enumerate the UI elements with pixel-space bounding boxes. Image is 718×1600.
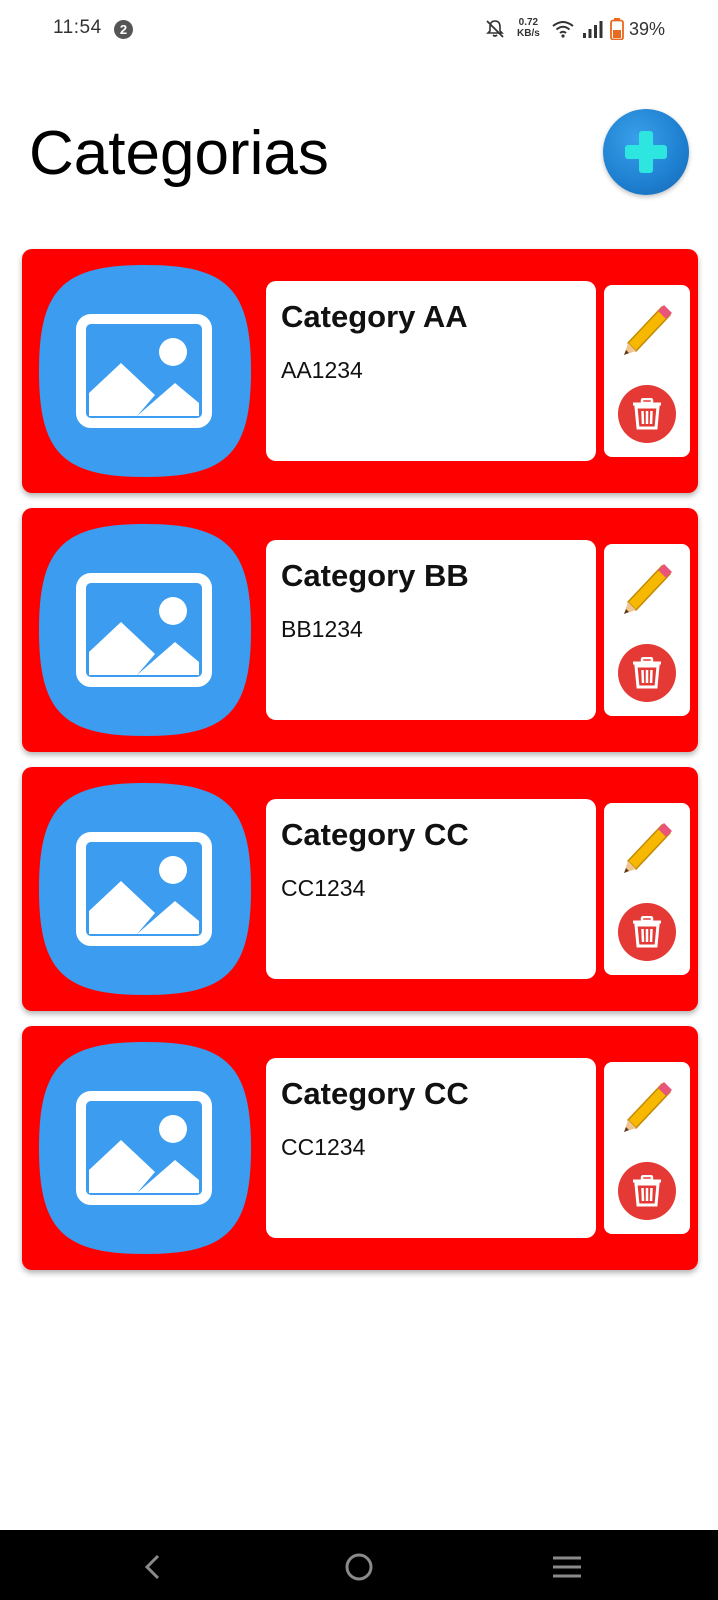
category-code: BB1234 bbox=[281, 616, 363, 642]
edit-button[interactable] bbox=[614, 295, 680, 361]
status-time: 11:54 bbox=[53, 17, 102, 38]
pencil-icon bbox=[614, 564, 680, 624]
category-name: Category BB bbox=[281, 558, 469, 593]
category-list: Category AA AA1234 Category BB BB1234 Ca… bbox=[22, 249, 698, 1285]
edit-button[interactable] bbox=[614, 554, 680, 620]
pencil-icon bbox=[614, 305, 680, 365]
wifi-icon bbox=[552, 21, 574, 38]
notification-count-badge: 2 bbox=[114, 20, 133, 39]
edit-button[interactable] bbox=[614, 813, 680, 879]
category-actions bbox=[604, 544, 690, 716]
network-speed-unit: KB/s bbox=[517, 28, 540, 39]
category-name: Category CC bbox=[281, 1076, 469, 1111]
category-info[interactable]: Category CC CC1234 bbox=[266, 1058, 596, 1238]
battery-percent: 39% bbox=[629, 19, 666, 39]
category-info[interactable]: Category BB BB1234 bbox=[266, 540, 596, 720]
back-icon[interactable] bbox=[136, 1550, 170, 1584]
image-placeholder-icon[interactable] bbox=[37, 781, 253, 997]
signal-icon bbox=[583, 21, 603, 38]
pencil-icon bbox=[614, 1082, 680, 1142]
edit-button[interactable] bbox=[614, 1072, 680, 1138]
pencil-icon bbox=[614, 823, 680, 883]
category-info[interactable]: Category CC CC1234 bbox=[266, 799, 596, 979]
category-info[interactable]: Category AA AA1234 bbox=[266, 281, 596, 461]
add-category-button[interactable] bbox=[603, 109, 689, 195]
category-actions bbox=[604, 285, 690, 457]
image-placeholder-icon[interactable] bbox=[37, 263, 253, 479]
category-card: Category BB BB1234 bbox=[22, 508, 698, 752]
category-code: CC1234 bbox=[281, 875, 366, 901]
category-actions bbox=[604, 1062, 690, 1234]
delete-button[interactable] bbox=[618, 1162, 676, 1220]
muted-bell-icon bbox=[486, 20, 504, 38]
category-name: Category AA bbox=[281, 299, 468, 334]
category-code: CC1234 bbox=[281, 1134, 366, 1160]
image-placeholder-icon[interactable] bbox=[37, 522, 253, 738]
network-speed: 0.72 KB/s bbox=[517, 17, 540, 39]
category-code: AA1234 bbox=[281, 357, 363, 383]
category-card: Category CC CC1234 bbox=[22, 767, 698, 1011]
delete-button[interactable] bbox=[618, 385, 676, 443]
image-placeholder-icon[interactable] bbox=[37, 1040, 253, 1256]
navigation-bar bbox=[0, 1530, 718, 1600]
page-title: Categorias bbox=[29, 119, 329, 188]
battery-icon bbox=[610, 18, 624, 40]
category-name: Category CC bbox=[281, 817, 469, 852]
category-actions bbox=[604, 803, 690, 975]
home-icon[interactable] bbox=[342, 1550, 376, 1584]
delete-button[interactable] bbox=[618, 644, 676, 702]
network-speed-value: 0.72 bbox=[518, 17, 539, 28]
recents-icon[interactable] bbox=[550, 1550, 584, 1584]
delete-button[interactable] bbox=[618, 903, 676, 961]
category-card: Category CC CC1234 bbox=[22, 1026, 698, 1270]
category-card: Category AA AA1234 bbox=[22, 249, 698, 493]
status-icons: 0.72 KB/s 39% bbox=[485, 16, 710, 42]
status-bar: 11:54 2 0.72 KB/s 39% bbox=[0, 0, 718, 58]
plus-icon bbox=[625, 131, 667, 173]
